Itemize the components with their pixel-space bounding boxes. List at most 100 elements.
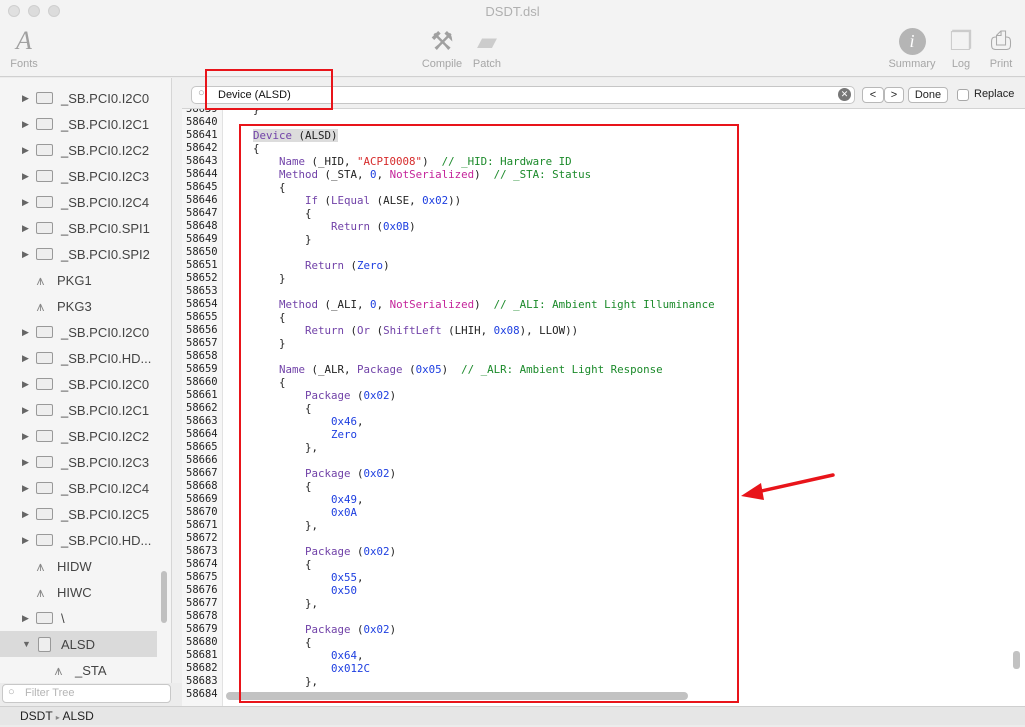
disclosure-right-icon[interactable]: ▶ xyxy=(22,171,32,182)
fonts-label: Fonts xyxy=(10,58,38,70)
line-number: 58652 xyxy=(186,272,218,284)
tree-item[interactable]: ▶ _SB.PCI0.I2C1 xyxy=(0,111,157,137)
device-icon xyxy=(38,636,51,652)
disclosure-right-icon[interactable]: ▶ xyxy=(22,535,32,546)
line-number: 58683 xyxy=(186,675,218,687)
disclosure-right-icon[interactable]: ▶ xyxy=(22,353,32,364)
tree-item[interactable]: ⩚ HIDW xyxy=(0,553,157,579)
tree-item[interactable]: ▼ ALSD xyxy=(0,631,157,657)
disclosure-right-icon[interactable]: ▶ xyxy=(22,223,32,234)
split-view-divider[interactable] xyxy=(172,78,182,683)
disclosure-right-icon[interactable]: ▶ xyxy=(22,197,32,208)
line-number: 58676 xyxy=(186,584,218,596)
tree-item-label: _SB.PCI0.I2C3 xyxy=(61,454,150,470)
line-number: 58646 xyxy=(186,194,218,206)
disclosure-right-icon[interactable]: ▶ xyxy=(22,119,32,130)
print-button[interactable]: ⎙ Print xyxy=(984,24,1018,70)
disclosure-right-icon[interactable]: ▶ xyxy=(22,327,32,338)
done-button[interactable]: Done xyxy=(908,87,948,103)
tree-item[interactable]: ▶ _SB.PCI0.HD... xyxy=(0,527,157,553)
tree-item[interactable]: ▶ _SB.PCI0.I2C3 xyxy=(0,449,157,475)
line-number: 58661 xyxy=(186,389,218,401)
sidebar-scrollbar[interactable] xyxy=(161,571,167,623)
tree-item[interactable]: ▶ _SB.PCI0.I2C3 xyxy=(0,163,157,189)
disclosure-down-icon[interactable]: ▼ xyxy=(22,639,32,649)
filter-tree-input[interactable]: Filter Tree xyxy=(2,684,171,703)
method-icon: ⩚ xyxy=(36,557,45,574)
tree-item[interactable]: ⩚ PKG1 xyxy=(0,267,157,293)
path-item-dsdt[interactable]: DSDT xyxy=(20,709,52,723)
replace-label: Replace xyxy=(974,88,1015,100)
tree-item-label: _SB.PCI0.I2C1 xyxy=(61,402,150,418)
line-number: 58663 xyxy=(186,415,218,427)
line-number: 58665 xyxy=(186,441,218,453)
tree-item[interactable]: ▶ _SB.PCI0.I2C0 xyxy=(0,85,157,111)
tree-item[interactable]: ▶ _SB.PCI0.HD... xyxy=(0,345,157,371)
tree-item[interactable]: ▶ \ xyxy=(0,605,157,631)
disclosure-right-icon[interactable]: ▶ xyxy=(22,249,32,260)
log-label: Log xyxy=(951,58,971,70)
fonts-button[interactable]: A Fonts xyxy=(6,24,42,70)
tree-item[interactable]: ⩚ PKG3 xyxy=(0,293,157,319)
folder-icon xyxy=(36,482,53,494)
find-previous-button[interactable]: < xyxy=(862,87,884,103)
line-number: 58641 xyxy=(186,129,218,141)
disclosure-right-icon[interactable]: ▶ xyxy=(22,457,32,468)
summary-button[interactable]: i Summary xyxy=(884,24,940,70)
line-number: 58654 xyxy=(186,298,218,310)
tree-item[interactable]: ▶ _SB.PCI0.I2C2 xyxy=(0,137,157,163)
line-number: 58675 xyxy=(186,571,218,583)
replace-checkbox[interactable] xyxy=(957,89,969,101)
tree-item[interactable]: ⩚ HIWC xyxy=(0,579,157,605)
line-number: 58677 xyxy=(186,597,218,609)
tree-item-label: _SB.PCI0.I2C2 xyxy=(61,142,150,158)
tree-item[interactable]: ▶ _SB.PCI0.I2C4 xyxy=(0,475,157,501)
tree-item[interactable]: ⩚ _STA xyxy=(0,657,157,683)
tree-item-label: PKG3 xyxy=(57,298,92,314)
vertical-scrollbar[interactable] xyxy=(1013,651,1020,669)
clear-search-icon[interactable]: ✕ xyxy=(838,88,851,101)
line-number: 58682 xyxy=(186,662,218,674)
tree-item[interactable]: ▶ _SB.PCI0.I2C4 xyxy=(0,189,157,215)
disclosure-right-icon[interactable]: ▶ xyxy=(22,145,32,156)
line-number: 58656 xyxy=(186,324,218,336)
path-separator: ▸ xyxy=(55,713,60,722)
tree-item[interactable]: ▶ _SB.PCI0.I2C2 xyxy=(0,423,157,449)
line-number: 58658 xyxy=(186,350,218,362)
folder-icon xyxy=(36,378,53,390)
code-token: } xyxy=(227,109,260,116)
tree-item-label: _SB.PCI0.I2C0 xyxy=(61,90,150,106)
disclosure-right-icon[interactable]: ▶ xyxy=(22,379,32,390)
code-line: } xyxy=(227,109,260,116)
tree-item[interactable]: ▶ _SB.PCI0.SPI2 xyxy=(0,241,157,267)
line-number: 58640 xyxy=(186,116,218,128)
disclosure-right-icon[interactable]: ▶ xyxy=(22,431,32,442)
compile-label: Compile xyxy=(421,58,463,70)
line-number: 58667 xyxy=(186,467,218,479)
tree-item-label: _SB.PCI0.HD... xyxy=(61,350,152,366)
tree-item-label: _SB.PCI0.I2C4 xyxy=(61,480,150,496)
tree-item[interactable]: ▶ _SB.PCI0.I2C1 xyxy=(0,397,157,423)
tree-item[interactable]: ▶ _SB.PCI0.I2C0 xyxy=(0,371,157,397)
disclosure-right-icon[interactable]: ▶ xyxy=(22,405,32,416)
document-icon: ❐ xyxy=(949,25,973,56)
disclosure-right-icon[interactable]: ▶ xyxy=(22,483,32,494)
disclosure-right-icon[interactable]: ▶ xyxy=(22,509,32,520)
line-number: 58650 xyxy=(186,246,218,258)
tree-item[interactable]: ▶ _SB.PCI0.I2C0 xyxy=(0,319,157,345)
line-number: 58651 xyxy=(186,259,218,271)
compile-button[interactable]: ⚒ Compile xyxy=(418,24,466,71)
tree-item[interactable]: ▶ _SB.PCI0.SPI1 xyxy=(0,215,157,241)
line-number: 58639 xyxy=(186,109,218,115)
disclosure-right-icon[interactable]: ▶ xyxy=(22,613,32,624)
path-item-alsd[interactable]: ALSD xyxy=(62,709,93,723)
tree-item-label: _SB.PCI0.I2C0 xyxy=(61,324,150,340)
tree-item-label: _STA xyxy=(75,662,107,678)
patch-button[interactable]: ▰ Patch xyxy=(468,24,506,71)
tree-item[interactable]: ▶ _SB.PCI0.I2C5 xyxy=(0,501,157,527)
log-button[interactable]: ❐ Log xyxy=(944,24,978,71)
find-next-button[interactable]: > xyxy=(884,87,904,103)
line-number: 58674 xyxy=(186,558,218,570)
disclosure-right-icon[interactable]: ▶ xyxy=(22,93,32,104)
search-icon: ○ xyxy=(8,686,15,698)
